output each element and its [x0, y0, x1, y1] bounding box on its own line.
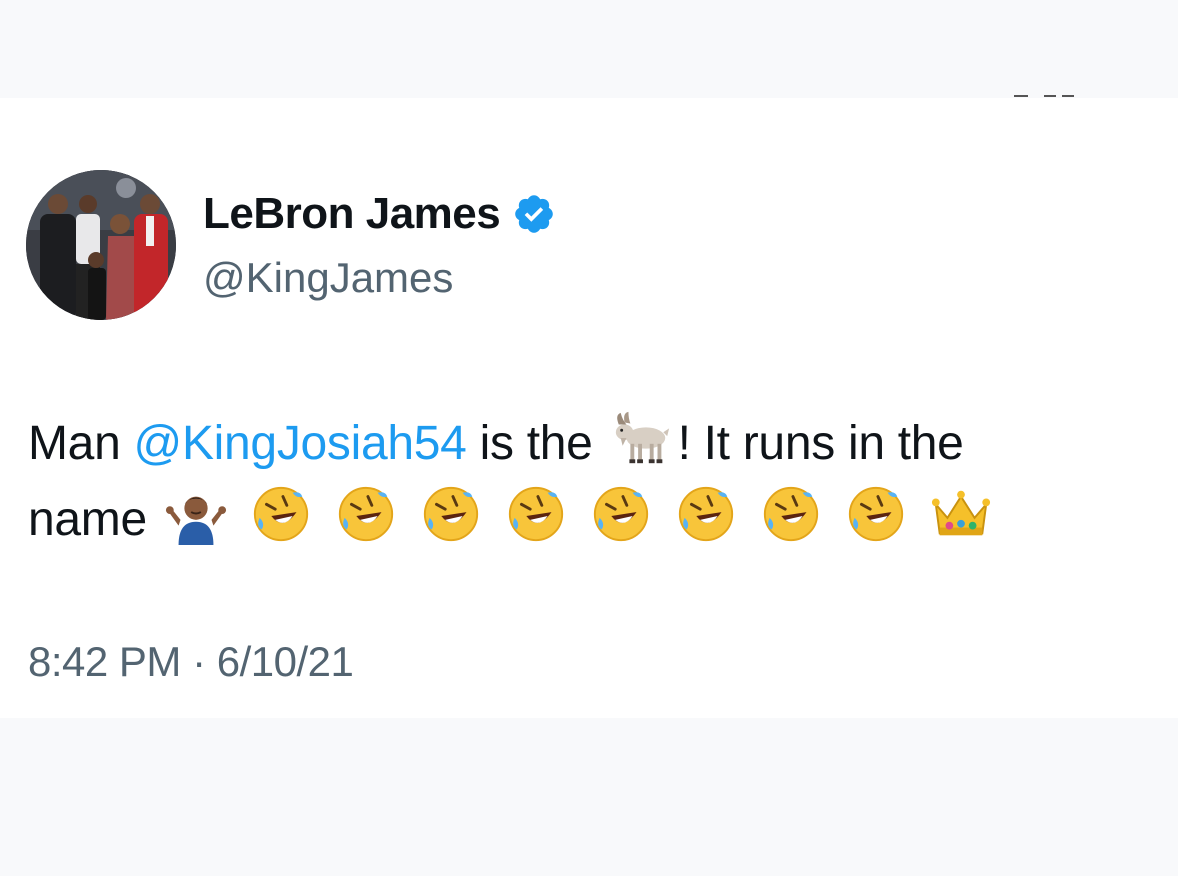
rolling-on-floor-laughing-emoji-icon: [505, 483, 567, 545]
rolling-on-floor-laughing-emoji-icon: [845, 483, 907, 545]
avatar[interactable]: [26, 170, 176, 320]
author-row: LeBron James: [203, 188, 556, 240]
timestamp-separator: ·: [192, 638, 206, 685]
tweet-timestamp[interactable]: 8:42 PM · 6/10/21: [28, 636, 354, 688]
tweet-text-part: name: [28, 493, 147, 546]
profile-photo-icon: [26, 170, 176, 320]
tweet-date: 6/10/21: [216, 638, 354, 685]
mention-link[interactable]: @KingJosiah54: [134, 417, 467, 470]
rolling-on-floor-laughing-emoji-icon: [250, 483, 312, 545]
rolling-on-floor-laughing-emoji-icon: [675, 483, 737, 545]
verified-badge-icon: [515, 195, 554, 233]
top-background: [0, 0, 1178, 98]
bottom-background: [0, 718, 1178, 876]
tweet-text-part: is the: [466, 417, 606, 470]
rolling-on-floor-laughing-emoji-icon: [420, 483, 482, 545]
tweet-text-part: Man: [28, 417, 134, 470]
display-name[interactable]: LeBron James: [203, 188, 501, 240]
crown-emoji-icon: [930, 483, 992, 545]
tweet-text: Man @KingJosiah54 is the ! It runs in th…: [28, 406, 1148, 558]
goat-emoji-icon: [611, 407, 673, 469]
tweet-text-part: ! It runs in the: [677, 417, 964, 470]
author-handle[interactable]: @KingJames: [203, 252, 453, 304]
tweet-time: 8:42 PM: [28, 638, 181, 685]
person-shrugging-emoji-icon: [165, 483, 227, 545]
rolling-on-floor-laughing-emoji-icon: [760, 483, 822, 545]
rolling-on-floor-laughing-emoji-icon: [590, 483, 652, 545]
rolling-on-floor-laughing-emoji-icon: [335, 483, 397, 545]
